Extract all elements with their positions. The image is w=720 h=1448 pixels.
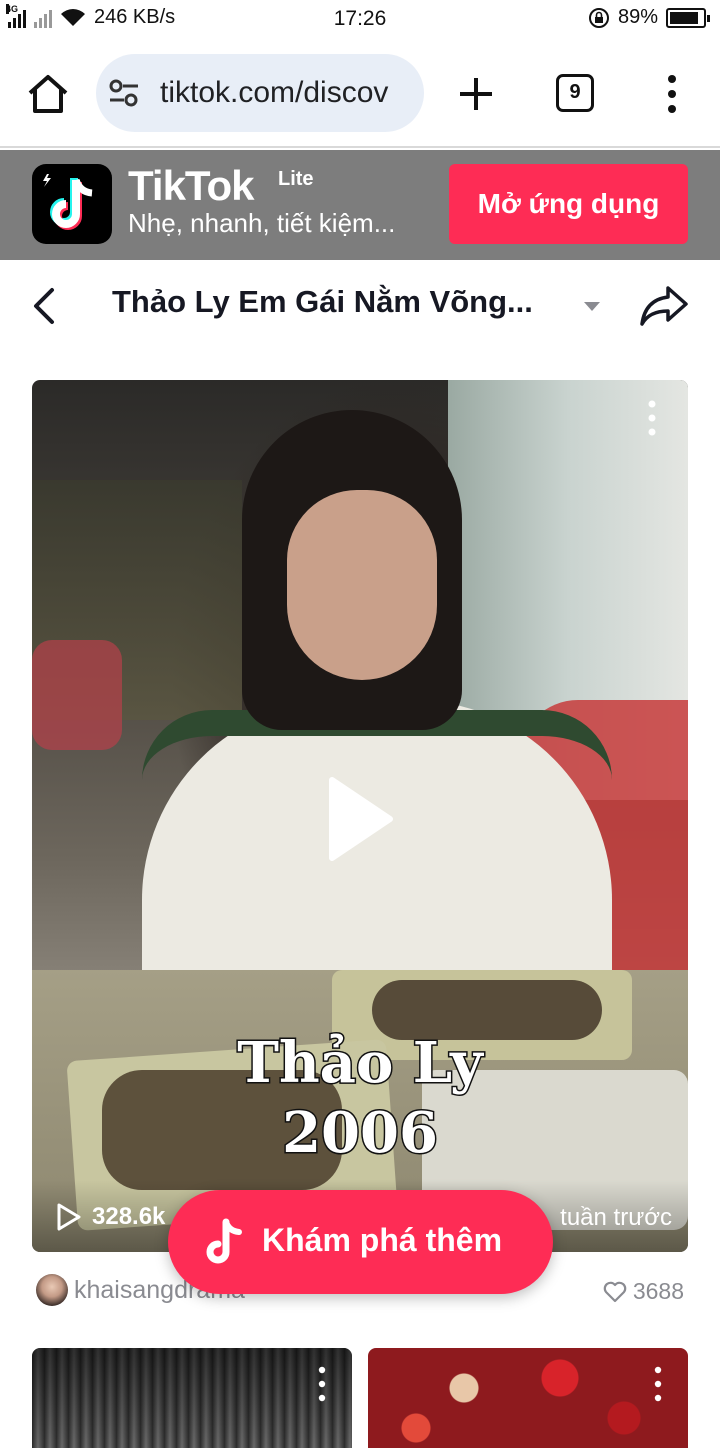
more-vert-icon[interactable] [318,1366,326,1402]
video-frame-background [32,640,122,750]
lock-rotation-icon [588,7,609,28]
more-vert-icon[interactable] [640,398,664,438]
back-arrow-icon[interactable] [30,286,58,326]
share-icon[interactable] [638,284,690,330]
home-icon[interactable] [26,72,70,116]
app-install-banner: TikTok Lite Nhẹ, nhanh, tiết kiệm... Mở … [0,150,720,260]
avatar[interactable] [36,1274,68,1306]
page-header: Thảo Ly Em Gái Nằm Võng... [0,260,720,350]
browser-toolbar: tiktok.com/discov 9 [0,38,720,148]
explore-more-label: Khám phá thêm [262,1222,503,1258]
app-tagline: Nhẹ, nhanh, tiết kiệm... [128,208,396,238]
status-right: 89% [588,6,710,29]
tiktok-logo-icon [32,164,112,244]
like-count-text: 3688 [632,1278,684,1304]
video-thumbnail[interactable] [32,1348,352,1448]
more-vert-icon[interactable] [660,74,684,114]
video-caption-line-1: Thảo Ly [236,1029,484,1098]
tabs-button[interactable]: 9 [556,74,594,112]
app-name: TikTok [128,162,254,209]
battery-percent: 89% [617,6,658,28]
address-bar[interactable]: tiktok.com/discov [96,54,424,132]
url-text[interactable]: tiktok.com/discov [160,76,388,110]
posted-time: tuần trước [560,1204,672,1231]
more-vert-icon[interactable] [654,1366,662,1402]
video-card[interactable]: Thảo Ly 2006 328.6k tuần trước [32,380,688,1252]
play-outline-icon [57,1203,81,1231]
view-count-text: 328.6k [92,1203,166,1230]
battery-level [670,11,699,24]
new-tab-icon[interactable] [456,74,496,114]
chevron-down-icon[interactable] [584,302,600,311]
open-app-button[interactable]: Mở ứng dụng [449,164,688,244]
battery-icon [666,7,710,28]
heart-icon [603,1281,627,1302]
like-count: 3688 [603,1278,684,1305]
explore-more-button[interactable]: Khám phá thêm [168,1190,553,1294]
site-settings-icon[interactable] [108,78,140,108]
view-count: 328.6k [56,1202,165,1232]
status-bar: 4G 246 KB/s 17:26 89% [0,0,720,38]
video-frame-subject [287,490,437,680]
video-thumbnail[interactable] [368,1348,688,1448]
page-title[interactable]: Thảo Ly Em Gái Nằm Võng... [112,284,568,320]
app-variant: Lite [278,168,314,190]
tiktok-note-icon [206,1218,242,1264]
video-caption-line-2: 2006 [281,1099,440,1168]
play-icon[interactable] [326,774,396,864]
